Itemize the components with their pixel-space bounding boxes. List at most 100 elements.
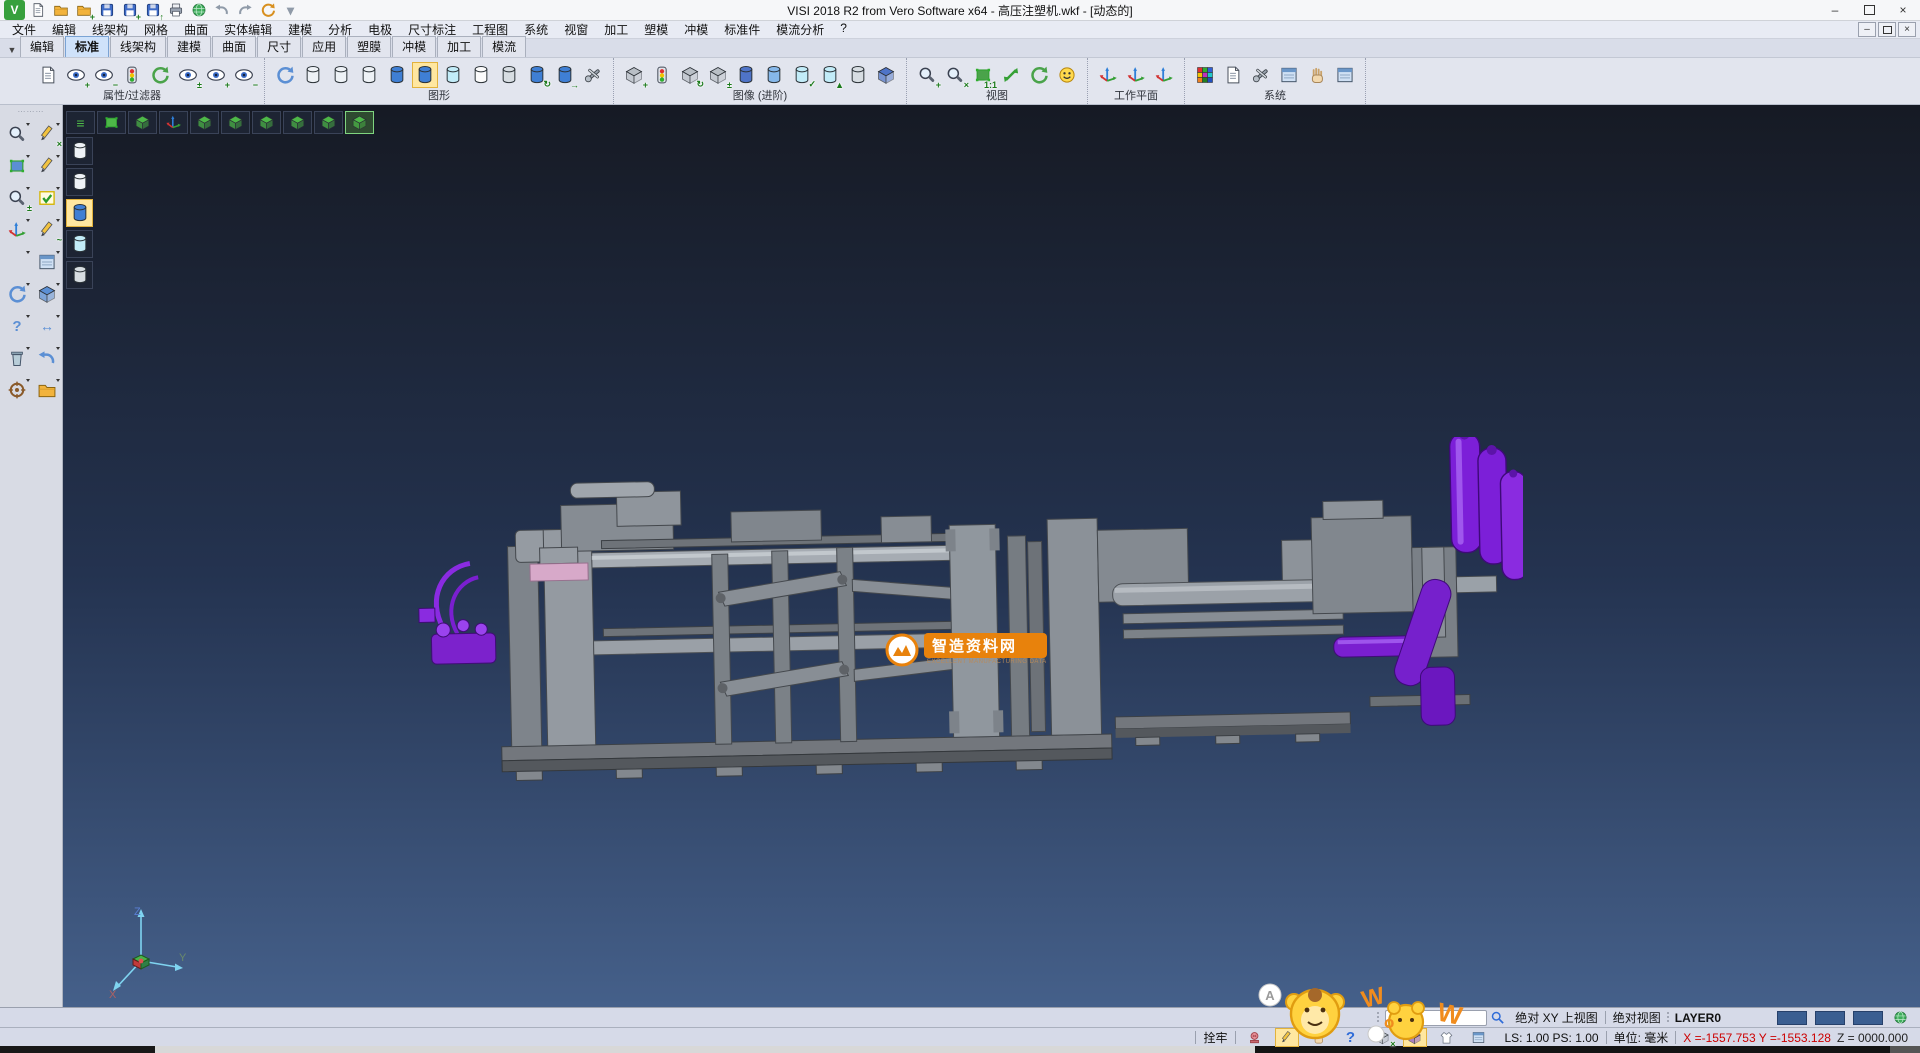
menu-item-12[interactable]: 视窗 [556,21,596,38]
view-orient-icon[interactable] [1054,62,1080,88]
cube-filter-icon[interactable] [649,62,675,88]
menu-item-14[interactable]: 塑模 [636,21,676,38]
view-iso-1-button[interactable] [190,111,219,134]
show-toggle-icon[interactable]: ± [175,62,201,88]
attribute-copy-icon[interactable] [35,62,61,88]
new-file-icon[interactable] [27,0,48,20]
view-top-button[interactable] [97,111,126,134]
display-dashed-icon[interactable] [356,62,382,88]
menu-item-17[interactable]: 模流分析 [768,21,832,38]
hide-all-icon[interactable]: − [231,62,257,88]
layer-color-swatch-1[interactable] [1777,1011,1807,1025]
validate-icon[interactable] [33,185,61,211]
restore-button[interactable] [1852,1,1886,20]
zoom-1-1-icon[interactable]: 1:1 [970,62,996,88]
layer-color-swatch-2[interactable] [1815,1011,1845,1025]
redraw-icon[interactable] [272,62,298,88]
display-transparent-icon[interactable] [440,62,466,88]
toolbar-tab-1[interactable]: 标准 [65,36,109,57]
zoom-window-icon[interactable]: × [942,62,968,88]
status-shirt-icon[interactable] [1435,1028,1459,1047]
active-layer-label[interactable]: LAYER0 [1675,1011,1721,1025]
workplane-xyz-icon[interactable] [1095,62,1121,88]
cube-refresh-icon[interactable]: ↻ [677,62,703,88]
visi-logo[interactable]: V [4,0,25,20]
toolbar-tab-9[interactable]: 加工 [437,36,481,57]
viewport-canvas[interactable]: ≡ [63,105,1920,1007]
status-pick-box-icon[interactable] [1307,1028,1331,1047]
show-all-icon[interactable]: + [203,62,229,88]
workplane-align-icon[interactable] [1123,62,1149,88]
grid-settings-icon[interactable] [1332,62,1358,88]
quick-access-dropdown[interactable]: ▾ [280,0,301,20]
navigator-wheel-icon[interactable] [3,377,31,403]
close-button[interactable]: × [1886,1,1920,20]
window-layout-icon[interactable] [33,249,61,275]
display-wireframe-button[interactable] [66,137,93,165]
preferences-panel-icon[interactable] [1276,62,1302,88]
regen-view-icon[interactable] [3,281,31,307]
redo-icon[interactable] [234,0,255,20]
color-palette-icon[interactable] [1192,62,1218,88]
solid-cylinder-icon[interactable] [733,62,759,88]
print-icon[interactable] [165,0,186,20]
toolbar-tab-0[interactable]: 编辑 [20,36,64,57]
cube-show-add-icon[interactable]: + [621,62,647,88]
display-regen-icon[interactable]: ↻ [524,62,550,88]
open-recent-icon[interactable] [33,377,61,403]
view-mode-label[interactable]: 绝对视图 [1613,1009,1661,1026]
visibility-filter-icon[interactable] [119,62,145,88]
cube-toggle-icon[interactable]: ± [705,62,731,88]
display-copy-icon[interactable]: → [552,62,578,88]
toolbar-tab-8[interactable]: 冲模 [392,36,436,57]
view-axis-button[interactable] [159,111,188,134]
minimize-button[interactable]: – [1818,1,1852,20]
taskbar-strip[interactable] [0,1046,1920,1053]
zoom-element-icon[interactable]: ± [3,185,31,211]
display-shaded-icon[interactable] [384,62,410,88]
render-settings-icon[interactable] [580,62,606,88]
save-all-icon[interactable]: ↑ [142,0,163,20]
toolbar-tab-10[interactable]: 模流 [482,36,526,57]
status-help-icon[interactable]: ? [1339,1028,1363,1047]
search-icon[interactable] [1490,1010,1505,1025]
machine-model[interactable] [413,437,1523,787]
color-table-icon[interactable] [1220,62,1246,88]
display-hidden-line-icon[interactable] [328,62,354,88]
visi-store-icon[interactable] [257,0,278,20]
menu-item-15[interactable]: 冲模 [676,21,716,38]
undo-sidebar-icon[interactable] [33,345,61,371]
attributes-paint-icon[interactable] [3,249,31,275]
sidebar-drag-handle[interactable]: ⋯⋯⋯ [0,109,62,117]
layer-color-swatch-3[interactable] [1853,1011,1883,1025]
display-shaded-button[interactable] [66,199,93,227]
attribute-brush-icon[interactable] [7,62,33,88]
view-iso-4-button[interactable] [283,111,312,134]
view-iso-2-button[interactable] [221,111,250,134]
shaded-cube-icon[interactable] [873,62,899,88]
toolbar-tab-5[interactable]: 尺寸 [257,36,301,57]
view-refresh-icon[interactable] [1026,62,1052,88]
toolbar-tab-4[interactable]: 曲面 [212,36,256,57]
box-flag-icon[interactable]: ▲ [817,62,843,88]
edit-curve-icon[interactable] [33,153,61,179]
zoom-dynamic-icon[interactable] [3,121,31,147]
menu-item-16[interactable]: 标准件 [716,21,768,38]
view-iso-3-button[interactable] [252,111,281,134]
display-shaded-edges-button[interactable] [66,230,93,258]
display-ghost-icon[interactable] [468,62,494,88]
wireframe-cylinder-icon[interactable] [845,62,871,88]
workplane-axis-icon[interactable] [3,217,31,243]
toolbar-tab-3[interactable]: 建模 [167,36,211,57]
child-close-button[interactable]: × [1898,22,1916,37]
view-iso-5-button[interactable] [314,111,343,134]
menu-item-18[interactable]: ? [832,21,855,38]
show-add-icon[interactable]: + [63,62,89,88]
frame-select-icon[interactable] [3,153,31,179]
workplane-move-icon[interactable] [1151,62,1177,88]
units-readout[interactable]: 单位: 毫米 [1614,1029,1669,1046]
system-settings-icon[interactable] [1248,62,1274,88]
erase-element-icon[interactable]: × [33,121,61,147]
display-shaded-edges-icon[interactable] [412,62,438,88]
toolbar-tab-2[interactable]: 线架构 [110,36,166,57]
